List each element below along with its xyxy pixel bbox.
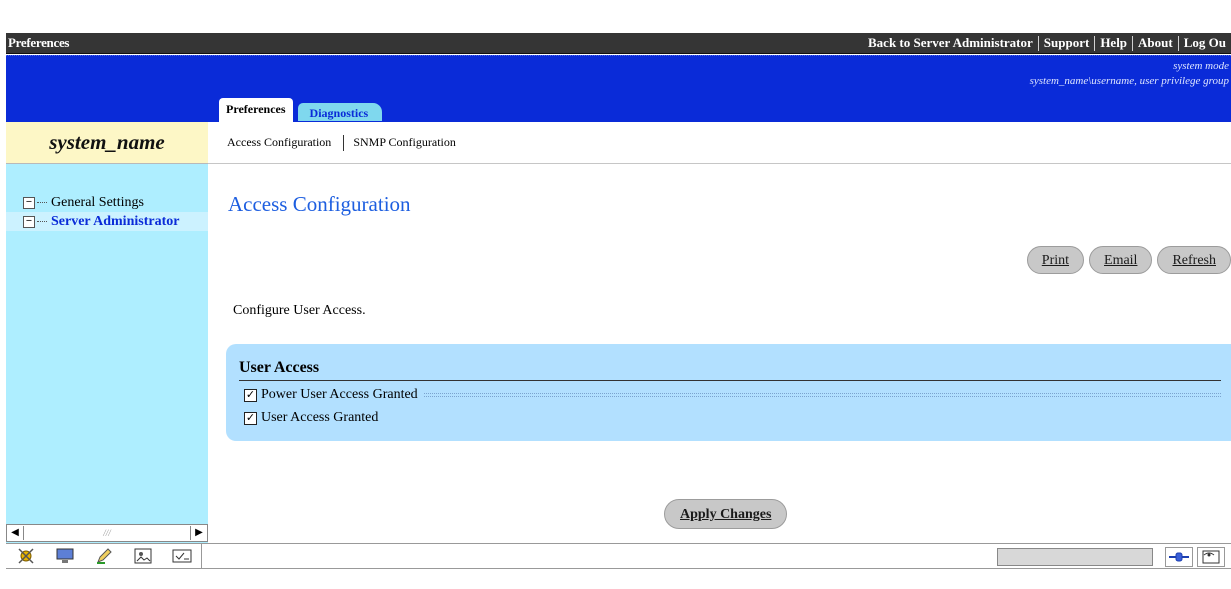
power-user-access-checkbox[interactable]: ✓	[244, 388, 257, 402]
section-title: User Access	[239, 359, 320, 376]
print-button[interactable]: Print	[1026, 246, 1085, 274]
sidebar: system_name − General Settings − Server …	[6, 122, 208, 543]
nav-tree: − General Settings − Server Administrato…	[6, 193, 208, 231]
log-out-link[interactable]: Log Ou	[1179, 35, 1231, 51]
status-bar	[6, 543, 1231, 569]
help-link[interactable]: Help	[1095, 35, 1132, 51]
user-access-checkbox[interactable]: ✓	[244, 411, 257, 425]
status-right	[997, 547, 1225, 567]
app-title: Preferences	[8, 35, 70, 50]
status-icons	[6, 544, 202, 568]
action-buttons: Print Email Refresh	[1022, 246, 1231, 274]
back-to-server-admin-link[interactable]: Back to Server Administrator	[863, 35, 1038, 51]
session-info: system mode system_name\username, user p…	[1030, 59, 1229, 89]
tree-item-label: Server Administrator	[51, 213, 180, 229]
check-icon[interactable]	[171, 546, 193, 566]
support-link[interactable]: Support	[1039, 35, 1095, 51]
about-link[interactable]: About	[1133, 35, 1178, 51]
eye-window-icon[interactable]	[1197, 547, 1225, 567]
tab-diagnostics[interactable]: Diagnostics	[296, 102, 384, 122]
image-icon[interactable]	[132, 546, 154, 566]
user-info-text: system_name\username, user privilege gro…	[1029, 75, 1229, 87]
tree-connector	[37, 221, 47, 222]
tree-connector	[37, 202, 47, 203]
main-content: Access Configuration SNMP Configuration …	[208, 122, 1231, 543]
email-button[interactable]: Email	[1089, 246, 1153, 274]
subnav-snmp-configuration[interactable]: SNMP Configuration	[353, 135, 456, 150]
sidebar-scrollbar[interactable]: ◀ /// ▶	[6, 524, 208, 542]
connection-icon[interactable]	[1165, 547, 1193, 567]
collapse-icon[interactable]: −	[23, 196, 35, 209]
user-access-option[interactable]: ✓ User Access Granted	[244, 410, 378, 426]
tree-item-server-administrator[interactable]: − Server Administrator	[6, 212, 208, 231]
scroll-left-icon[interactable]: ◀	[7, 525, 23, 541]
checkbox-label: Power User Access Granted	[261, 387, 418, 402]
subnav-access-configuration[interactable]: Access Configuration	[227, 135, 331, 150]
user-access-panel: User Access ✓ Power User Access Granted …	[226, 344, 1231, 441]
wrench-tools-icon[interactable]	[15, 546, 37, 566]
separator	[343, 134, 345, 151]
tree-item-label: General Settings	[51, 194, 144, 210]
refresh-button[interactable]: Refresh	[1157, 246, 1231, 274]
edit-icon[interactable]	[93, 546, 115, 566]
tab-preferences[interactable]: Preferences	[219, 98, 293, 122]
header-banner: system mode system_name\username, user p…	[6, 55, 1231, 122]
monitor-icon[interactable]	[54, 546, 76, 566]
page-title: Access Configuration	[228, 192, 411, 216]
top-links: Back to Server Administrator Support Hel…	[863, 35, 1231, 51]
collapse-icon[interactable]: −	[23, 215, 35, 228]
apply-changes-button[interactable]: Apply Changes	[664, 499, 788, 529]
scroll-right-icon[interactable]: ▶	[191, 525, 207, 541]
top-bar: Preferences Back to Server Administrator…	[6, 33, 1231, 54]
power-user-access-option[interactable]: ✓ Power User Access Granted	[244, 387, 1221, 403]
system-mode-text: system mode	[1173, 60, 1229, 72]
sub-navigation: Access Configuration SNMP Configuration	[208, 122, 1231, 164]
focus-outline	[423, 393, 1221, 397]
divider	[239, 380, 1221, 381]
system-name-label: system_name	[6, 122, 208, 164]
tab-bar: Preferences Diagnostics	[219, 98, 384, 122]
progress-bar	[997, 548, 1153, 566]
tree-item-general-settings[interactable]: − General Settings	[6, 193, 208, 212]
scrollbar-track[interactable]: ///	[23, 526, 191, 540]
intro-text: Configure User Access.	[233, 303, 366, 318]
checkbox-label: User Access Granted	[261, 410, 379, 425]
